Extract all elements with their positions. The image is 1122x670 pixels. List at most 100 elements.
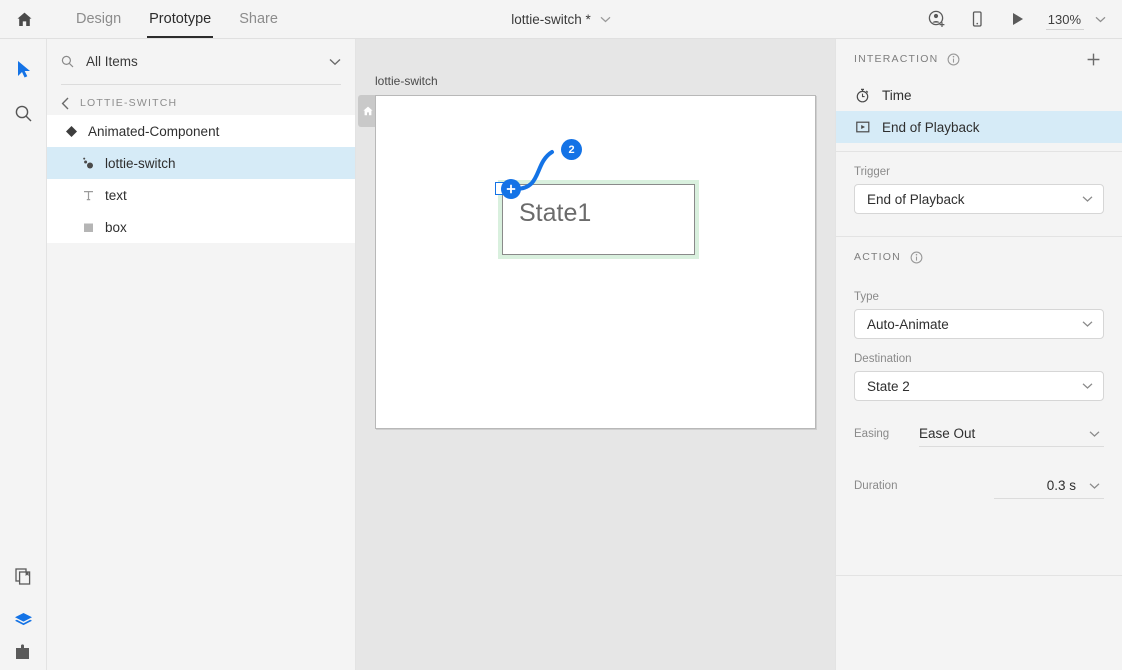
property-inspector: INTERACTION Time End of Playback Trigger…	[835, 39, 1122, 670]
trigger-select[interactable]: End of Playback	[854, 184, 1104, 214]
magnifier-icon	[15, 105, 32, 121]
layer-label: box	[105, 219, 127, 235]
interaction-item-time[interactable]: Time	[836, 79, 1122, 111]
home-button[interactable]	[0, 0, 48, 38]
cursor-arrow-icon	[18, 60, 30, 77]
app-header: Design Prototype Share lottie-switch * 1…	[0, 0, 1122, 39]
zoom-control[interactable]: 130%	[1038, 0, 1114, 38]
info-icon[interactable]	[947, 53, 960, 66]
search-input[interactable]	[83, 54, 329, 69]
section-divider	[836, 151, 1122, 152]
layer-row-box[interactable]: box	[47, 211, 355, 243]
plus-icon	[506, 184, 516, 194]
plugins-panel-button[interactable]	[0, 642, 47, 670]
layer-row-text[interactable]: text	[47, 179, 355, 211]
tab-share[interactable]: Share	[225, 0, 292, 38]
chevron-down-icon	[1082, 383, 1093, 389]
destination-label: Destination	[854, 353, 912, 365]
trigger-label: Trigger	[854, 166, 890, 178]
lottie-animation-icon	[80, 156, 96, 170]
easing-value: Ease Out	[919, 426, 976, 441]
interaction-label: Time	[882, 87, 912, 103]
invite-button[interactable]	[918, 0, 956, 38]
trigger-value: End of Playback	[867, 191, 965, 207]
layer-label: Animated-Component	[88, 123, 220, 139]
duration-field: Duration 0.3 s	[836, 473, 1122, 499]
layer-row-animated-component[interactable]: Animated-Component	[47, 115, 355, 147]
layer-label: lottie-switch	[105, 155, 176, 171]
easing-select[interactable]: Ease Out	[919, 421, 1104, 447]
stopwatch-icon	[854, 88, 871, 103]
interaction-section-header: INTERACTION	[836, 39, 1122, 79]
chevron-down-icon	[1082, 321, 1093, 327]
type-label: Type	[854, 291, 879, 303]
header-actions: 130%	[918, 0, 1114, 38]
artboard[interactable]	[375, 95, 816, 429]
plus-icon	[1087, 53, 1099, 65]
device-preview-button[interactable]	[958, 0, 996, 38]
search-icon	[61, 55, 83, 68]
action-title: ACTION	[854, 251, 901, 263]
destination-value: State 2	[867, 378, 910, 394]
select-tool-button[interactable]	[0, 47, 47, 91]
easing-field: Easing Ease Out	[836, 421, 1122, 447]
inspector-bottom-divider	[836, 575, 1122, 576]
breadcrumb[interactable]: LOTTIE-SWITCH	[47, 91, 355, 115]
duration-label: Duration	[854, 480, 898, 492]
tab-prototype[interactable]: Prototype	[135, 0, 225, 38]
interaction-item-end-of-playback[interactable]: End of Playback	[836, 111, 1122, 143]
zoom-level-value: 130%	[1047, 11, 1081, 27]
play-icon	[1012, 13, 1023, 25]
add-interaction-handle[interactable]	[501, 179, 521, 199]
chevron-down-icon	[1089, 482, 1100, 489]
mode-tabs: Design Prototype Share	[62, 0, 292, 38]
type-field: Type Auto-Animate	[836, 291, 1122, 339]
tab-design[interactable]: Design	[62, 0, 135, 38]
canvas-area[interactable]: lottie-switch State1 2	[356, 39, 835, 670]
component-diamond-icon	[63, 125, 79, 138]
chevron-down-icon[interactable]	[1095, 16, 1106, 23]
home-icon	[362, 106, 373, 116]
interaction-label: End of Playback	[882, 119, 980, 135]
invite-user-icon	[928, 10, 945, 27]
layer-search-row	[61, 39, 341, 85]
rectangle-layer-icon	[80, 221, 96, 234]
mobile-device-icon	[972, 11, 982, 27]
component-selection[interactable]: State1	[498, 180, 699, 259]
destination-select[interactable]: State 2	[854, 371, 1104, 401]
chevron-down-icon[interactable]	[600, 16, 611, 23]
layers-panel-button[interactable]	[0, 598, 47, 642]
chevron-down-icon[interactable]	[329, 58, 341, 66]
chevron-left-icon[interactable]	[61, 97, 70, 110]
interaction-title: INTERACTION	[854, 53, 939, 65]
breadcrumb-label: LOTTIE-SWITCH	[80, 97, 178, 109]
artboard-name-label[interactable]: lottie-switch	[375, 74, 438, 88]
add-interaction-button[interactable]	[1082, 48, 1104, 70]
left-toolbar	[0, 39, 47, 670]
component-state-label: State1	[519, 199, 592, 227]
chevron-down-icon	[1089, 430, 1100, 437]
type-select[interactable]: Auto-Animate	[854, 309, 1104, 339]
layers-stack-icon	[15, 612, 32, 625]
component-box: State1	[502, 184, 695, 255]
toolbar-bottom-group	[0, 554, 47, 670]
type-value: Auto-Animate	[867, 316, 949, 332]
layer-row-lottie-switch[interactable]: lottie-switch	[47, 147, 355, 179]
zoom-tool-button[interactable]	[0, 91, 47, 135]
layers-panel: LOTTIE-SWITCH Animated-Component lottie-…	[47, 39, 356, 670]
duration-value: 0.3 s	[1046, 478, 1076, 493]
wire-connection-badge[interactable]: 2	[561, 139, 582, 160]
destination-field: Destination State 2	[836, 353, 1122, 401]
end-of-playback-icon	[854, 120, 871, 134]
chevron-down-icon	[1082, 196, 1093, 202]
layer-list: Animated-Component lottie-switch text bo…	[47, 115, 355, 243]
home-icon	[17, 12, 31, 26]
action-section-header: ACTION	[836, 237, 1122, 277]
preview-play-button[interactable]	[998, 0, 1036, 38]
plugins-icon	[16, 644, 29, 659]
trigger-field: Trigger End of Playback	[836, 166, 1122, 214]
artboards-icon	[15, 567, 31, 585]
duration-select[interactable]: 0.3 s	[994, 473, 1104, 499]
artboards-panel-button[interactable]	[0, 554, 47, 598]
info-icon[interactable]	[910, 251, 923, 264]
